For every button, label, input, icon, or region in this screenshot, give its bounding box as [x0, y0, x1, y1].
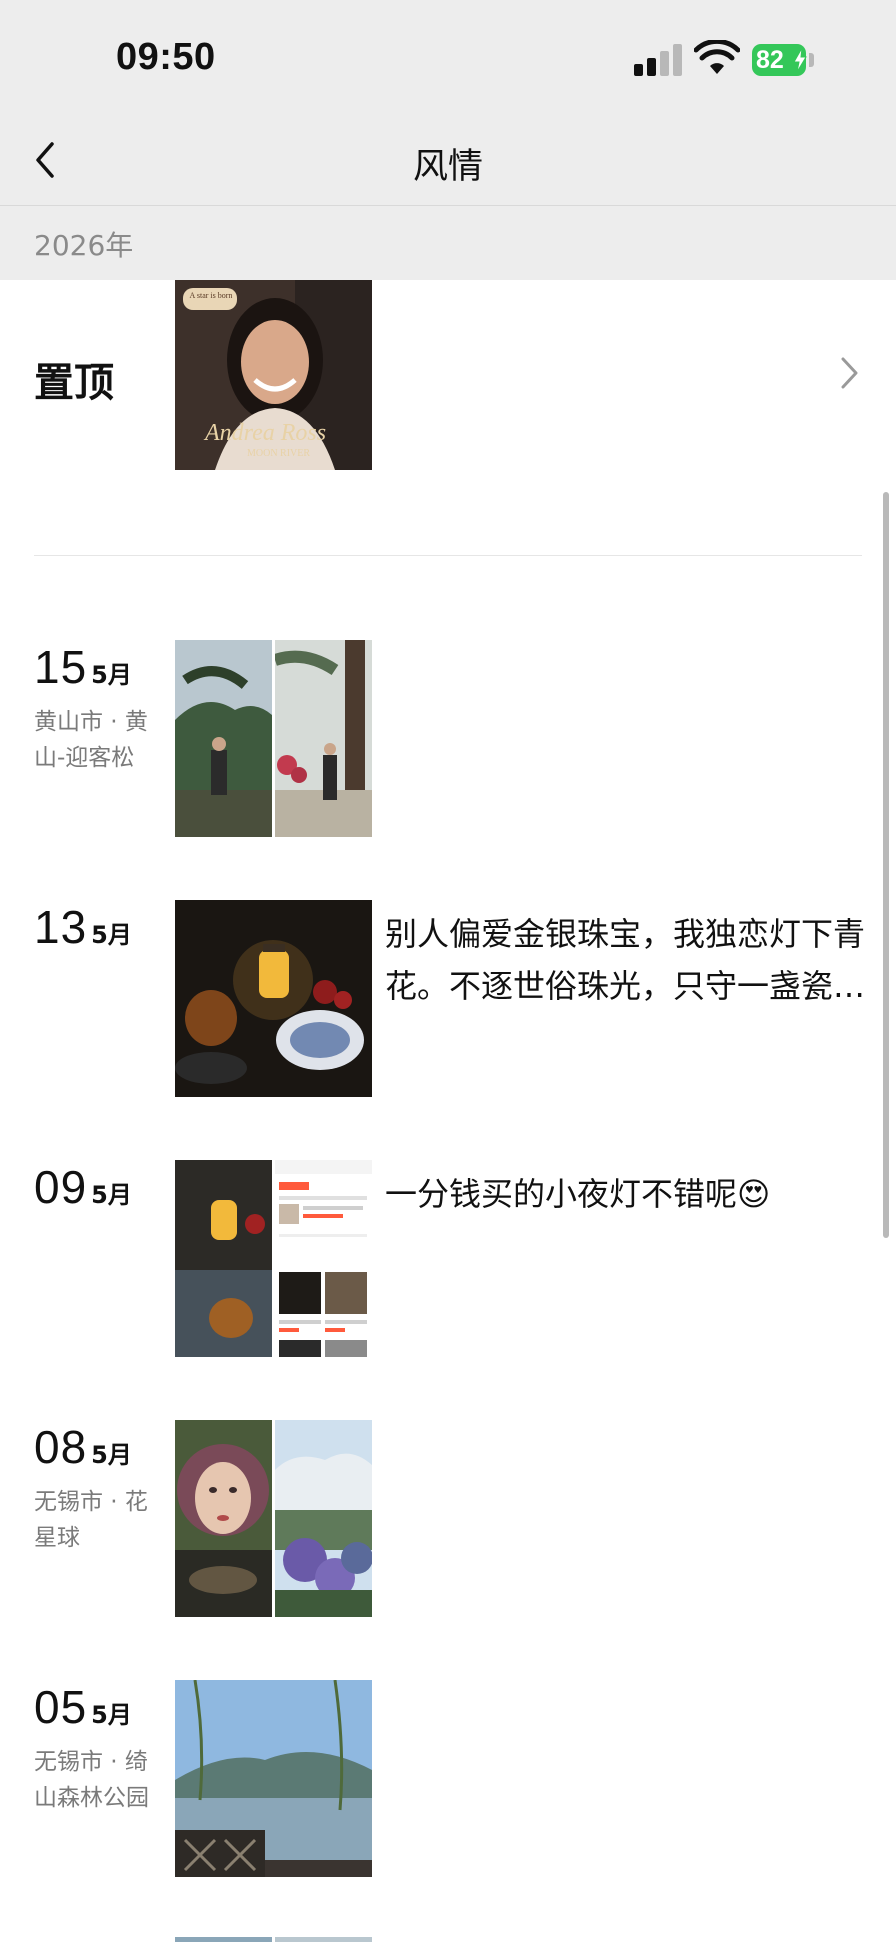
status-bar: 09:50 82: [0, 0, 896, 110]
divider: [34, 555, 862, 556]
photo-thumbnail[interactable]: [175, 1420, 272, 1617]
moment-item-partial[interactable]: [175, 1937, 372, 1942]
nav-bar: 风情: [0, 110, 896, 206]
post-date: 15 5月: [34, 640, 132, 694]
post-photos[interactable]: [175, 1160, 372, 1357]
post-date: 08 5月: [34, 1420, 132, 1474]
pinned-album-thumbnail[interactable]: A star is born Andrea Ross MOON RIVER: [175, 280, 372, 470]
year-section-header: 2026年: [0, 206, 896, 280]
wifi-icon: [694, 40, 740, 74]
post-location: 黄山市 · 黄 山-迎客松: [34, 704, 160, 776]
post-day: 13: [34, 901, 88, 953]
battery-tip: [809, 53, 814, 67]
post-location: 无锡市 · 绮 山森林公园: [34, 1744, 160, 1816]
album-title: MOON RIVER: [247, 448, 311, 459]
post-photos[interactable]: [175, 1680, 372, 1877]
post-location-line: 无锡市 · 花: [34, 1489, 148, 1515]
photo-thumbnail[interactable]: [175, 640, 272, 837]
post-date: 05 5月: [34, 1680, 132, 1734]
post-day: 05: [34, 1681, 88, 1733]
post-day: 15: [34, 641, 88, 693]
post-caption: 一分钱买的小夜灯不错呢😍: [385, 1175, 771, 1213]
photo-thumbnail[interactable]: [275, 1160, 372, 1357]
album-artist: Andrea Ross: [205, 420, 327, 446]
chevron-right-icon[interactable]: [838, 355, 862, 391]
post-month: 5月: [91, 921, 132, 949]
photo-thumbnail[interactable]: [175, 1160, 272, 1357]
photo-thumbnail[interactable]: [175, 900, 372, 1097]
photo-thumbnail[interactable]: [275, 640, 372, 837]
photo-thumbnail[interactable]: [275, 1420, 372, 1617]
post-day: 09: [34, 1161, 88, 1213]
post-month: 5月: [91, 1181, 132, 1209]
moment-item[interactable]: 13 5月 别人偏爱金银珠宝，我独恋灯下青花。不逐世俗珠光，只守一盏瓷…: [0, 900, 896, 1100]
status-time: 09:50: [116, 36, 216, 78]
post-month: 5月: [91, 661, 132, 689]
signal-icon: [634, 44, 684, 76]
post-month: 5月: [91, 1701, 132, 1729]
scrollbar[interactable]: [883, 492, 889, 1238]
post-location-line: 山-迎客松: [34, 745, 135, 771]
photo-thumbnail[interactable]: [175, 1680, 372, 1877]
album-badge: A star is born: [189, 291, 233, 300]
moment-item[interactable]: 09 5月 一分钱买的小夜灯不错呢😍: [0, 1160, 896, 1360]
post-photos[interactable]: [175, 640, 372, 837]
moment-item[interactable]: 08 5月 无锡市 · 花 星球: [0, 1420, 896, 1620]
post-month: 5月: [91, 1441, 132, 1469]
post-location: 无锡市 · 花 星球: [34, 1484, 160, 1556]
moment-item[interactable]: 05 5月 无锡市 · 绮 山森林公园: [0, 1680, 896, 1880]
post-photos[interactable]: [175, 1420, 372, 1617]
moment-item[interactable]: 15 5月 黄山市 · 黄 山-迎客松: [0, 640, 896, 840]
post-date: 13 5月: [34, 900, 132, 954]
post-location-line: 无锡市 · 绮: [34, 1749, 148, 1775]
post-location-line: 星球: [34, 1525, 80, 1551]
post-caption: 别人偏爱金银珠宝，我独恋灯下青花。不逐世俗珠光，只守一盏瓷…: [385, 915, 866, 1005]
post-location-line: 山森林公园: [34, 1785, 149, 1811]
pinned-label: 置顶: [34, 360, 114, 406]
page-title: 风情: [412, 147, 483, 187]
post-date: 09 5月: [34, 1160, 132, 1214]
year-label: 2026年: [34, 229, 134, 262]
post-location-line: 黄山市 · 黄: [34, 709, 148, 735]
post-photos[interactable]: [175, 900, 372, 1097]
post-day: 08: [34, 1421, 88, 1473]
charging-bolt-icon: [793, 48, 807, 72]
